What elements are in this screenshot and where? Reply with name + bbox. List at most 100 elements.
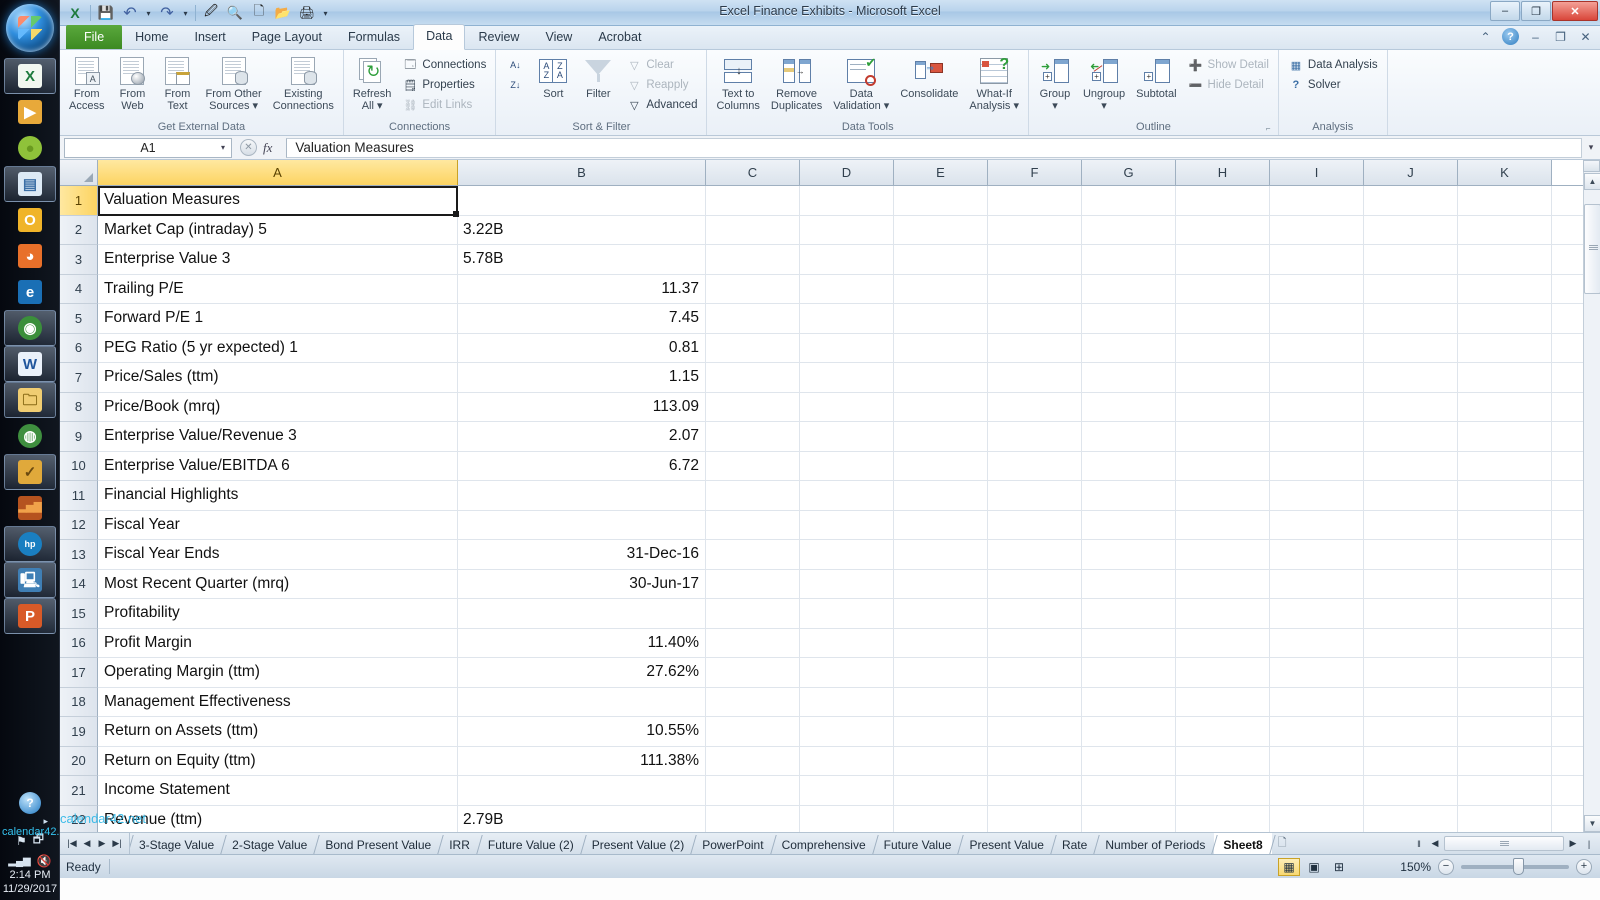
properties-button[interactable]: 🗒 Properties — [399, 76, 489, 94]
row-header-16[interactable]: 16 — [60, 628, 98, 658]
cell-H2[interactable] — [1176, 215, 1270, 244]
ribbon-tab-view[interactable]: View — [532, 26, 585, 49]
cell-G2[interactable] — [1082, 215, 1176, 244]
ribbon-tab-page-layout[interactable]: Page Layout — [239, 26, 335, 49]
cell-A16[interactable]: Profit Margin — [98, 628, 458, 657]
cell-E3[interactable] — [894, 245, 988, 274]
cell-H6[interactable] — [1176, 333, 1270, 362]
taskbar-internet-explorer[interactable]: e — [4, 274, 56, 310]
cell-F10[interactable] — [988, 451, 1082, 480]
row-header-4[interactable]: 4 — [60, 274, 98, 304]
tray-volume-muted-icon[interactable]: 🔇 — [37, 854, 52, 868]
cell-I19[interactable] — [1270, 717, 1364, 746]
cell-F11[interactable] — [988, 481, 1082, 510]
dialog-launcher-icon[interactable]: ⌐ — [1266, 124, 1275, 133]
row-header-12[interactable]: 12 — [60, 510, 98, 540]
cell-B9[interactable]: 2.07 — [458, 422, 706, 451]
cell-F13[interactable] — [988, 540, 1082, 569]
start-button-icon[interactable] — [6, 4, 54, 52]
cell-K20[interactable] — [1458, 746, 1552, 775]
solver-button[interactable]: ? Solver — [1285, 76, 1381, 94]
cell-C8[interactable] — [706, 392, 800, 421]
cell-A21[interactable]: Income Statement — [98, 776, 458, 805]
name-box[interactable]: A1 ▾ — [64, 137, 232, 158]
page-break-preview-button[interactable]: ⊞ — [1328, 858, 1350, 876]
row-header-1[interactable]: 1 — [60, 186, 98, 216]
column-header-F[interactable]: F — [988, 160, 1082, 185]
cell-D12[interactable] — [800, 510, 894, 539]
ribbon-tab-formulas[interactable]: Formulas — [335, 26, 413, 49]
last-sheet-button[interactable]: ▶| — [110, 835, 124, 853]
window-close-button[interactable]: ✕ — [1552, 1, 1598, 21]
cell-A8[interactable]: Price/Book (mrq) — [98, 392, 458, 421]
cell-F20[interactable] — [988, 746, 1082, 775]
cell-J20[interactable] — [1364, 746, 1458, 775]
cell-C20[interactable] — [706, 746, 800, 775]
cell-H4[interactable] — [1176, 274, 1270, 303]
cell-E15[interactable] — [894, 599, 988, 628]
horizontal-scrollbar[interactable]: ‖ ◀ ▶ | — [1408, 833, 1600, 854]
refresh-all-button[interactable]: ↻ Refresh All ▾ — [348, 54, 397, 114]
cell-A14[interactable]: Most Recent Quarter (mrq) — [98, 569, 458, 598]
select-all-corner[interactable] — [60, 160, 98, 186]
taskbar-check-app[interactable]: ✓ — [4, 454, 56, 490]
scroll-right-button[interactable]: ▶ — [1566, 835, 1580, 853]
cell-A11[interactable]: Financial Highlights — [98, 481, 458, 510]
taskbar-word[interactable]: W — [4, 346, 56, 382]
cell-G1[interactable] — [1082, 186, 1176, 215]
cell-I16[interactable] — [1270, 628, 1364, 657]
normal-view-button[interactable]: ▦ — [1278, 857, 1300, 876]
cell-I21[interactable] — [1270, 776, 1364, 805]
row-header-19[interactable]: 19 — [60, 717, 98, 747]
ribbon-tab-home[interactable]: Home — [122, 26, 181, 49]
sheet-tab-rate[interactable]: Rate — [1052, 833, 1097, 854]
cell-D4[interactable] — [800, 274, 894, 303]
taskbar-chrome[interactable]: ◉ — [4, 310, 56, 346]
row-header-18[interactable]: 18 — [60, 687, 98, 717]
existing-connections-button[interactable]: Existing Connections — [268, 54, 339, 114]
cell-J11[interactable] — [1364, 481, 1458, 510]
ribbon-tab-file[interactable]: File — [66, 25, 123, 49]
cell-J6[interactable] — [1364, 333, 1458, 362]
cell-H21[interactable] — [1176, 776, 1270, 805]
cell-I11[interactable] — [1270, 481, 1364, 510]
cell-I8[interactable] — [1270, 392, 1364, 421]
window-restore-button[interactable]: ❐ — [1521, 1, 1551, 21]
cell-J12[interactable] — [1364, 510, 1458, 539]
cell-D14[interactable] — [800, 569, 894, 598]
cell-J16[interactable] — [1364, 628, 1458, 657]
taskbar-media-player[interactable]: ▶ — [4, 94, 56, 130]
cell-B15[interactable] — [458, 599, 706, 628]
tray-help-icon[interactable]: ? — [19, 792, 41, 814]
cell-J8[interactable] — [1364, 392, 1458, 421]
data-validation-button[interactable]: ✔ Data Validation ▾ — [828, 54, 894, 114]
text-to-columns-button[interactable]: ↓ Text to Columns — [711, 54, 764, 114]
vertical-split-handle[interactable] — [1583, 160, 1600, 172]
cell-B18[interactable] — [458, 687, 706, 716]
taskbar-calculator[interactable]: ▤ — [4, 166, 56, 202]
cell-C19[interactable] — [706, 717, 800, 746]
cell-A10[interactable]: Enterprise Value/EBITDA 6 — [98, 451, 458, 480]
ungroup-button[interactable]: ➜ + Ungroup ▾ — [1078, 54, 1130, 114]
sort-ascending-button[interactable]: A↓ — [502, 56, 528, 74]
cell-E16[interactable] — [894, 628, 988, 657]
cell-E7[interactable] — [894, 363, 988, 392]
cell-G6[interactable] — [1082, 333, 1176, 362]
cell-K5[interactable] — [1458, 304, 1552, 333]
cell-F16[interactable] — [988, 628, 1082, 657]
cell-D7[interactable] — [800, 363, 894, 392]
cell-A2[interactable]: Market Cap (intraday) 5 — [98, 215, 458, 244]
taskbar-explorer[interactable]: 🗀 — [4, 382, 56, 418]
cell-C3[interactable] — [706, 245, 800, 274]
sheet-tab-irr[interactable]: IRR — [440, 833, 479, 854]
cell-J10[interactable] — [1364, 451, 1458, 480]
ribbon-tab-review[interactable]: Review — [465, 26, 532, 49]
cell-G13[interactable] — [1082, 540, 1176, 569]
row-header-11[interactable]: 11 — [60, 481, 98, 511]
cell-D22[interactable] — [800, 805, 894, 832]
cell-G8[interactable] — [1082, 392, 1176, 421]
cell-D19[interactable] — [800, 717, 894, 746]
vertical-scrollbar[interactable]: ▲ ▼ — [1583, 160, 1600, 832]
cell-K21[interactable] — [1458, 776, 1552, 805]
cell-C17[interactable] — [706, 658, 800, 687]
